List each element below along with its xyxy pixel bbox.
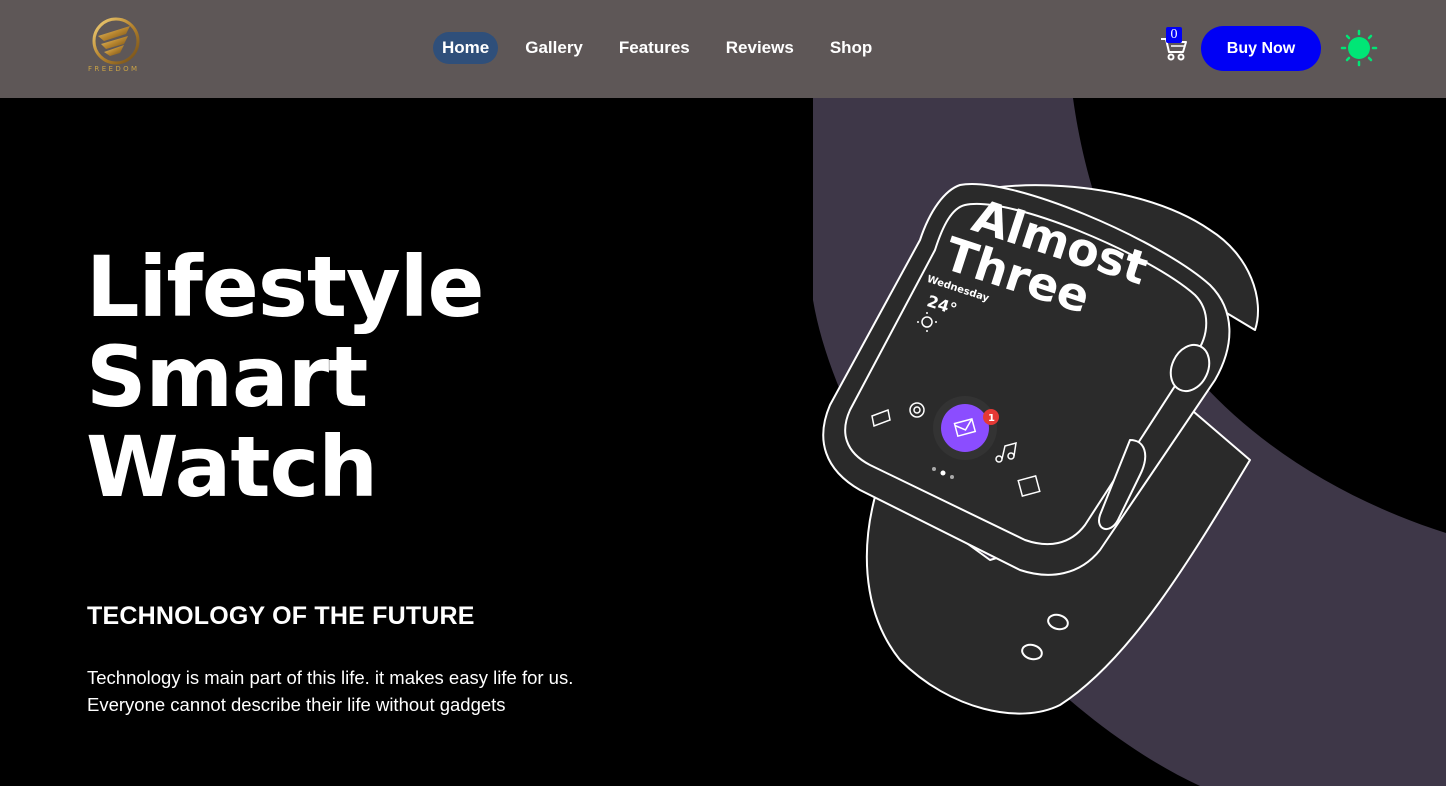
hero-description-line: Technology is main part of this life. it… (87, 667, 574, 688)
buy-now-button[interactable]: Buy Now (1201, 26, 1321, 71)
watch-mail-bubble (941, 404, 989, 452)
hero-title: Lifestyle Smart Watch (86, 242, 546, 512)
hero-description: Technology is main part of this life. it… (87, 664, 667, 718)
hero-title-line: Lifestyle (86, 238, 485, 336)
navbar: FREEDOM Home Gallery Features Reviews Sh… (0, 0, 1446, 98)
cart-count-badge: 0 (1166, 27, 1182, 43)
nav-home[interactable]: Home (433, 32, 499, 64)
sun-icon[interactable] (1340, 29, 1378, 67)
hero-title-line: Watch (86, 418, 378, 516)
logo-text: FREEDOM (88, 65, 140, 73)
nav-shop[interactable]: Shop (821, 32, 882, 64)
nav-features[interactable]: Features (610, 32, 699, 64)
watch-notification-count: 1 (988, 413, 995, 424)
nav-reviews[interactable]: Reviews (717, 32, 803, 64)
hero-title-line: Smart (86, 328, 368, 426)
hero-description-line: Everyone cannot describe their life with… (87, 694, 506, 715)
main-nav: Home Gallery Features Reviews Shop (433, 32, 899, 64)
nav-gallery[interactable]: Gallery (516, 32, 592, 64)
hero-subheading: TECHNOLOGY OF THE FUTURE (87, 602, 475, 630)
